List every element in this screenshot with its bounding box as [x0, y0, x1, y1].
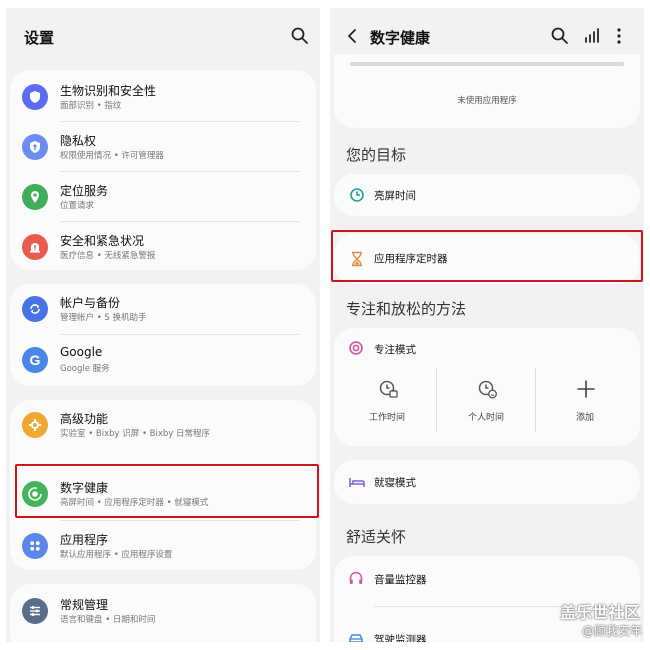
settings-item-general-management[interactable]: 常规管理 语言和键盘 • 日期和时间: [10, 586, 316, 636]
headphones-icon: [348, 570, 364, 586]
item-title: 隐私权: [60, 134, 97, 148]
item-title: 驾驶监测器: [374, 634, 427, 642]
item-title: 应用程序定时器: [374, 253, 448, 265]
item-subtitle: 权限使用情况 • 许可管理器: [60, 151, 164, 161]
item-title: 定位服务: [60, 184, 109, 198]
item-subtitle: 亮屏时间 • 应用程序定时器 • 就寝模式: [60, 498, 209, 508]
focus-section-title: 专注和放松的方法: [346, 300, 467, 318]
car-icon: [348, 631, 364, 642]
item-title: 帐户与备份: [60, 296, 121, 310]
bedtime-mode-item[interactable]: 就寝模式: [334, 460, 640, 504]
work-time-button[interactable]: 工作时间: [338, 368, 436, 428]
screen-time-item[interactable]: 亮屏时间: [334, 174, 640, 216]
mode-label: 个人时间: [467, 413, 504, 423]
goals-section-title: 您的目标: [346, 146, 407, 164]
item-subtitle: 默认应用程序 • 应用程序设置: [60, 550, 173, 560]
digital-wellbeing-panel: 数字健康 未使用应用程序 您的目标 亮屏时间 应用程序定时器 专注和放松的方法: [330, 8, 644, 642]
settings-group-features: 高级功能 实验室 • Bixby 识屏 • Bixby 日常程序 数字健康 亮屏…: [10, 400, 316, 570]
item-title: Google: [60, 345, 103, 359]
volume-monitor-item[interactable]: 音量监控器: [334, 556, 640, 600]
item-title: 数字健康: [60, 481, 109, 495]
settings-item-digital-wellbeing[interactable]: 数字健康 亮屏时间 • 应用程序定时器 • 就寝模式: [10, 469, 316, 519]
emergency-icon: [22, 234, 48, 260]
item-title: 安全和紧急状况: [60, 234, 145, 248]
watermark-site: 盖乐世社区: [559, 603, 640, 622]
add-icon: [575, 378, 597, 400]
apps-icon: [22, 533, 48, 559]
item-title: 亮屏时间: [374, 190, 416, 202]
settings-group-general: 常规管理 语言和键盘 • 日期和时间: [10, 584, 316, 642]
focus-mode-title[interactable]: 专注模式: [374, 342, 416, 357]
settings-item-google[interactable]: G Google Google 服务: [10, 335, 316, 385]
settings-group-accounts: 帐户与备份 管理帐户 • S 换机助手 G Google Google 服务: [10, 284, 316, 386]
focus-target-icon: [348, 340, 364, 356]
mode-label: 工作时间: [368, 413, 405, 423]
location-icon: [22, 184, 48, 210]
item-subtitle: 医疗信息 • 无线紧急警报: [60, 251, 156, 261]
item-subtitle: Google 服务: [60, 364, 110, 374]
privacy-icon: [22, 134, 48, 160]
item-title: 音量监控器: [374, 574, 427, 586]
google-icon: G: [22, 347, 48, 373]
focus-mode-card: 专注模式 工作时间 个人时间 添加: [334, 328, 640, 446]
personal-time-icon: [476, 378, 498, 400]
clock-icon: [348, 186, 366, 204]
bed-icon: [348, 473, 366, 491]
settings-item-location[interactable]: 定位服务 位置请求: [10, 172, 316, 222]
settings-item-apps[interactable]: 应用程序 默认应用程序 • 应用程序设置: [10, 521, 316, 571]
general-management-icon: [22, 598, 48, 624]
settings-item-emergency[interactable]: 安全和紧急状况 医疗信息 • 无线紧急警报: [10, 222, 316, 272]
shield-icon: [22, 84, 48, 110]
watermark-author: @顾我安年: [581, 624, 642, 638]
app-timer-item[interactable]: 应用程序定时器: [334, 234, 640, 284]
item-subtitle: 管理帐户 • S 换机助手: [60, 313, 147, 323]
item-subtitle: 实验室 • Bixby 识屏 • Bixby 日常程序: [60, 429, 211, 439]
search-icon[interactable]: [549, 25, 571, 47]
advanced-features-icon: [22, 412, 48, 438]
add-mode-button[interactable]: 添加: [536, 368, 634, 428]
work-time-icon: [377, 378, 399, 400]
search-icon[interactable]: [289, 25, 311, 47]
settings-item-advanced-features[interactable]: 高级功能 实验室 • Bixby 识屏 • Bixby 日常程序: [10, 400, 316, 450]
settings-header: 设置: [6, 8, 320, 66]
page-title: 设置: [24, 29, 55, 47]
more-vertical-icon[interactable]: [608, 25, 630, 47]
care-section-title: 舒适关怀: [346, 528, 407, 546]
item-title: 就寝模式: [374, 477, 416, 489]
item-title: 常规管理: [60, 598, 109, 612]
hourglass-icon: [348, 250, 366, 268]
personal-time-button[interactable]: 个人时间: [437, 368, 535, 428]
item-title: 生物识别和安全性: [60, 84, 157, 98]
usage-bar: [350, 62, 624, 66]
settings-item-accounts[interactable]: 帐户与备份 管理帐户 • S 换机助手: [10, 284, 316, 334]
settings-group-security: 生物识别和安全性 面部识别 • 指纹 隐私权 权限使用情况 • 许可管理器 定位…: [10, 70, 316, 270]
item-title: 高级功能: [60, 412, 109, 426]
unused-apps-link[interactable]: 未使用应用程序: [334, 94, 640, 106]
mode-label: 添加: [575, 413, 594, 423]
digital-wellbeing-icon: [22, 481, 48, 507]
item-subtitle: 面部识别 • 指纹: [60, 101, 122, 111]
item-subtitle: 语言和键盘 • 日期和时间: [60, 615, 156, 625]
settings-item-biometrics[interactable]: 生物识别和安全性 面部识别 • 指纹: [10, 72, 316, 122]
item-title: 应用程序: [60, 533, 109, 547]
sync-icon: [22, 296, 48, 322]
settings-panel: 设置 生物识别和安全性 面部识别 • 指纹 隐私权 权限使用情况 • 许可管理器: [6, 8, 320, 642]
page-title: 数字健康: [370, 29, 431, 47]
unused-apps-card: 未使用应用程序: [334, 54, 640, 128]
back-arrow-icon[interactable]: [342, 25, 364, 47]
bar-chart-icon[interactable]: [580, 25, 602, 47]
item-subtitle: 位置请求: [60, 201, 95, 211]
settings-item-privacy[interactable]: 隐私权 权限使用情况 • 许可管理器: [10, 122, 316, 172]
